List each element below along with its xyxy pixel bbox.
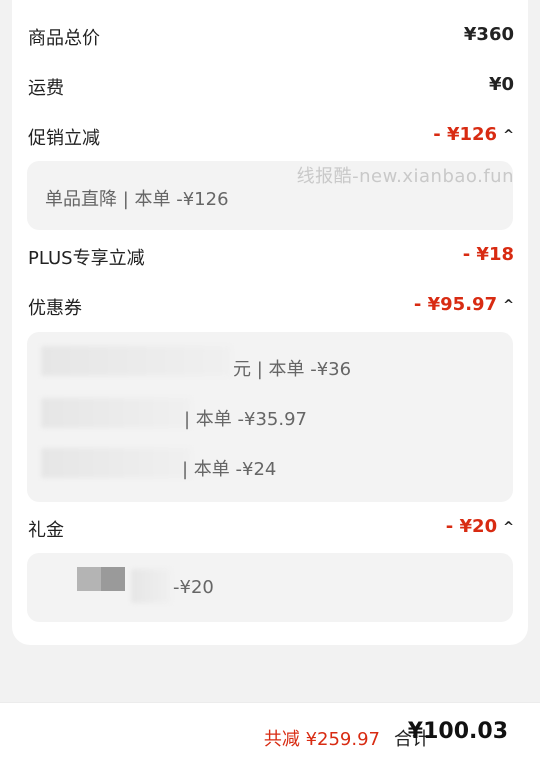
promotion-value: - ¥126 ^ [433, 124, 514, 145]
chevron-up-icon[interactable]: ^ [503, 128, 514, 143]
coupon-value: - ¥95.97 ^ [414, 294, 514, 315]
chevron-up-icon[interactable]: ^ [503, 298, 514, 313]
promotion-detail-text: 单品直降 | 本单 -¥126 [45, 189, 229, 210]
redacted-coupon-name [41, 346, 231, 376]
promotion-row[interactable]: 促销立减 - ¥126 ^ [28, 120, 514, 150]
total-saved: 共减 ¥259.97 [263, 729, 380, 750]
plus-row: PLUS专享立减 - ¥18 [28, 240, 514, 270]
gift-label: 礼金 [28, 520, 64, 541]
gift-detail-text: -¥20 [173, 577, 214, 598]
gift-detail-panel: -¥20 [27, 553, 513, 622]
goods-total-label: 商品总价 [28, 28, 100, 49]
redacted-gift-name [131, 569, 171, 603]
redacted-coupon-name [41, 448, 191, 478]
goods-total-row: 商品总价 ¥360 [28, 20, 514, 50]
coupon-row[interactable]: 优惠券 - ¥95.97 ^ [28, 290, 514, 320]
coupon-amount: - ¥95.97 [413, 294, 498, 315]
gift-row[interactable]: 礼金 - ¥20 ^ [28, 512, 514, 542]
checkout-footer: 共减 ¥259.97 合计 ¥100.03 [0, 702, 540, 768]
promotion-amount: - ¥126 [433, 124, 498, 145]
plus-label: PLUS专享立减 [28, 248, 145, 269]
shipping-value: ¥0 [488, 74, 514, 95]
shipping-label: 运费 [28, 78, 64, 99]
total-amount: ¥100.03 [407, 719, 508, 744]
goods-total-value: ¥360 [463, 24, 514, 45]
watermark: 线报酷-new.xianbao.fun [296, 166, 514, 187]
redacted-gift-thumbnail [77, 567, 125, 591]
promotion-label: 促销立减 [28, 128, 100, 149]
coupon-detail-panel: 元 | 本单 -¥36 | 本单 -¥35.97 | 本单 -¥24 [27, 332, 513, 502]
coupon-item: 元 | 本单 -¥36 [233, 359, 352, 380]
plus-value: - ¥18 [462, 244, 514, 265]
redacted-coupon-name [41, 398, 191, 428]
coupon-item: | 本单 -¥35.97 [184, 409, 307, 430]
coupon-item: | 本单 -¥24 [182, 459, 277, 480]
coupon-label: 优惠券 [28, 298, 82, 319]
shipping-row: 运费 ¥0 [28, 70, 514, 100]
gift-amount: - ¥20 [445, 516, 498, 537]
chevron-up-icon[interactable]: ^ [503, 520, 514, 535]
price-breakdown-card: 商品总价 ¥360 运费 ¥0 促销立减 - ¥126 ^ 单品直降 | 本单 -… [12, 0, 528, 645]
gift-value: - ¥20 ^ [446, 516, 514, 537]
